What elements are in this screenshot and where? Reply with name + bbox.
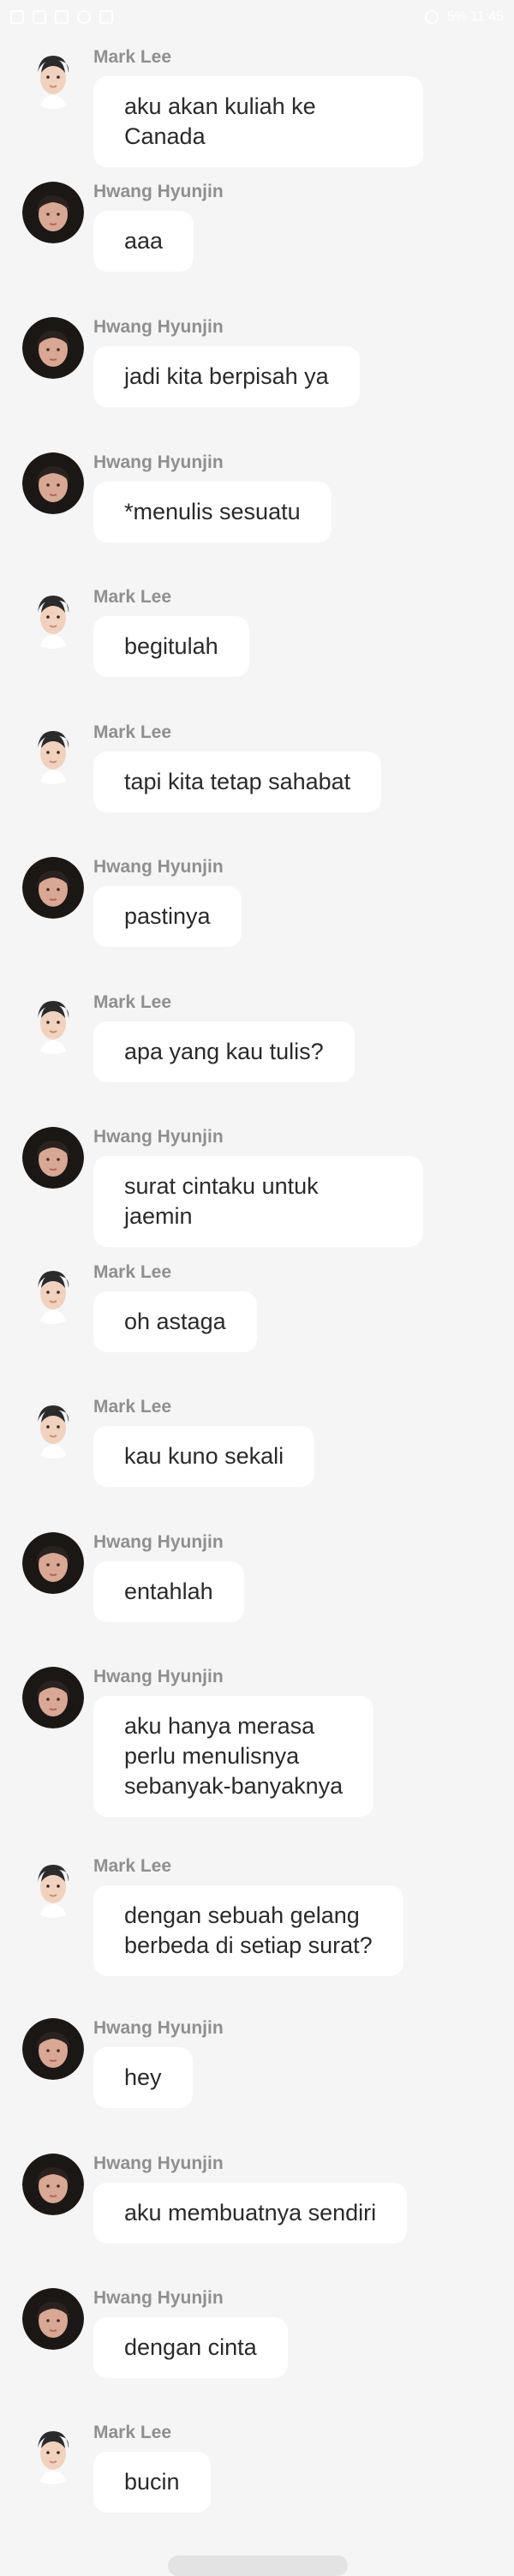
message-bubble[interactable]: dengan cinta [93, 2317, 288, 2378]
sender-name: Mark Lee [93, 992, 172, 1012]
message-bubble[interactable]: bucin [93, 2452, 211, 2513]
hwang-hyunjin-avatar-image [22, 2154, 84, 2215]
sender-name: Hwang Hyunjin [93, 317, 224, 337]
hwang-hyunjin-avatar-image [22, 2288, 84, 2350]
gallery-icon [55, 10, 69, 24]
sender-name: Hwang Hyunjin [93, 1532, 224, 1552]
message-bubble[interactable]: aku membuatnya sendiri [93, 2183, 408, 2244]
status-bar: 5% 11:45 [0, 0, 514, 34]
message-bubble[interactable]: dengan sebuah gelang berbeda di setiap s… [93, 1885, 403, 1976]
mark-lee-avatar-image [22, 992, 84, 1054]
hwang-hyunjin-avatar[interactable] [22, 2154, 84, 2215]
mark-lee-avatar[interactable] [22, 2423, 84, 2484]
sender-name: Hwang Hyunjin [93, 857, 224, 877]
mark-lee-avatar[interactable] [22, 1262, 84, 1324]
hwang-hyunjin-avatar[interactable] [22, 1667, 84, 1728]
mark-lee-avatar-image [22, 1397, 84, 1459]
sender-name: Hwang Hyunjin [93, 182, 224, 201]
message-bubble[interactable]: tapi kita tetap sahabat [93, 752, 382, 812]
message-bubble[interactable]: aku hanya merasa perlu menulisnya sebany… [93, 1696, 374, 1817]
sender-name: Hwang Hyunjin [93, 452, 224, 472]
hwang-hyunjin-avatar[interactable] [22, 1127, 84, 1189]
hwang-hyunjin-avatar[interactable] [22, 857, 84, 919]
message-bubble[interactable]: entahlah [93, 1561, 244, 1622]
sender-name: Mark Lee [93, 1397, 172, 1417]
mark-lee-avatar-image [22, 2423, 84, 2484]
hwang-hyunjin-avatar-image [22, 452, 84, 514]
message-icon [77, 10, 91, 24]
mail-icon [99, 10, 113, 24]
message-bubble[interactable]: oh astaga [93, 1291, 257, 1352]
mark-lee-avatar-image [22, 587, 84, 649]
sender-name: Mark Lee [93, 722, 172, 742]
mark-lee-avatar[interactable] [22, 47, 84, 109]
sender-name: Hwang Hyunjin [93, 2018, 224, 2038]
sender-name: Mark Lee [93, 1856, 172, 1876]
hwang-hyunjin-avatar-image [22, 1667, 84, 1728]
status-time: 5% 11:45 [446, 9, 504, 24]
mark-lee-avatar[interactable] [22, 587, 84, 649]
hwang-hyunjin-avatar-image [22, 857, 84, 919]
mark-lee-avatar-image [22, 1262, 84, 1324]
hwang-hyunjin-avatar-image [22, 317, 84, 379]
app-icon [33, 10, 46, 24]
mark-lee-avatar[interactable] [22, 1856, 84, 1918]
message-bubble[interactable]: pastinya [93, 886, 242, 947]
hwang-hyunjin-avatar[interactable] [22, 2288, 84, 2350]
sender-name: Mark Lee [93, 1262, 172, 1282]
mark-lee-avatar[interactable] [22, 722, 84, 784]
mark-lee-avatar[interactable] [22, 992, 84, 1054]
mark-lee-avatar-image [22, 1856, 84, 1918]
message-bubble[interactable]: kau kuno sekali [93, 1426, 315, 1487]
message-bubble[interactable]: hey [93, 2047, 193, 2108]
hwang-hyunjin-avatar-image [22, 1127, 84, 1189]
chat-thread: Mark Lee aku akan kuliah ke Canada Hwang… [0, 0, 514, 2571]
message-bubble[interactable]: begitulah [93, 616, 249, 677]
sender-name: Mark Lee [93, 587, 172, 607]
message-bubble[interactable]: apa yang kau tulis? [93, 1021, 355, 1082]
hwang-hyunjin-avatar[interactable] [22, 452, 84, 514]
hwang-hyunjin-avatar-image [22, 182, 84, 243]
sender-name: Mark Lee [93, 2423, 172, 2442]
mark-lee-avatar-image [22, 722, 84, 784]
message-bubble[interactable]: surat cintaku untuk jaemin [93, 1156, 423, 1247]
hwang-hyunjin-avatar[interactable] [22, 2018, 84, 2080]
hwang-hyunjin-avatar-image [22, 1532, 84, 1594]
home-indicator[interactable] [168, 2555, 348, 2576]
sender-name: Hwang Hyunjin [93, 1667, 224, 1686]
message-bubble[interactable]: jadi kita berpisah ya [93, 346, 360, 407]
status-bar-right: 5% 11:45 [424, 9, 504, 25]
sender-name: Hwang Hyunjin [93, 1127, 224, 1147]
status-bar-left [10, 10, 113, 24]
hwang-hyunjin-avatar[interactable] [22, 182, 84, 243]
message-bubble[interactable]: *menulis sesuatu [93, 482, 332, 542]
sender-name: Hwang Hyunjin [93, 2288, 224, 2308]
message-bubble[interactable]: aaa [93, 211, 194, 272]
hwang-hyunjin-avatar[interactable] [22, 1532, 84, 1594]
home-icon [10, 10, 24, 24]
signal-icon [424, 10, 439, 24]
mark-lee-avatar[interactable] [22, 1397, 84, 1459]
sender-name: Mark Lee [93, 47, 172, 67]
mark-lee-avatar-image [22, 47, 84, 109]
hwang-hyunjin-avatar-image [22, 2018, 84, 2080]
sender-name: Hwang Hyunjin [93, 2154, 224, 2173]
message-bubble[interactable]: aku akan kuliah ke Canada [93, 76, 423, 167]
hwang-hyunjin-avatar[interactable] [22, 317, 84, 379]
